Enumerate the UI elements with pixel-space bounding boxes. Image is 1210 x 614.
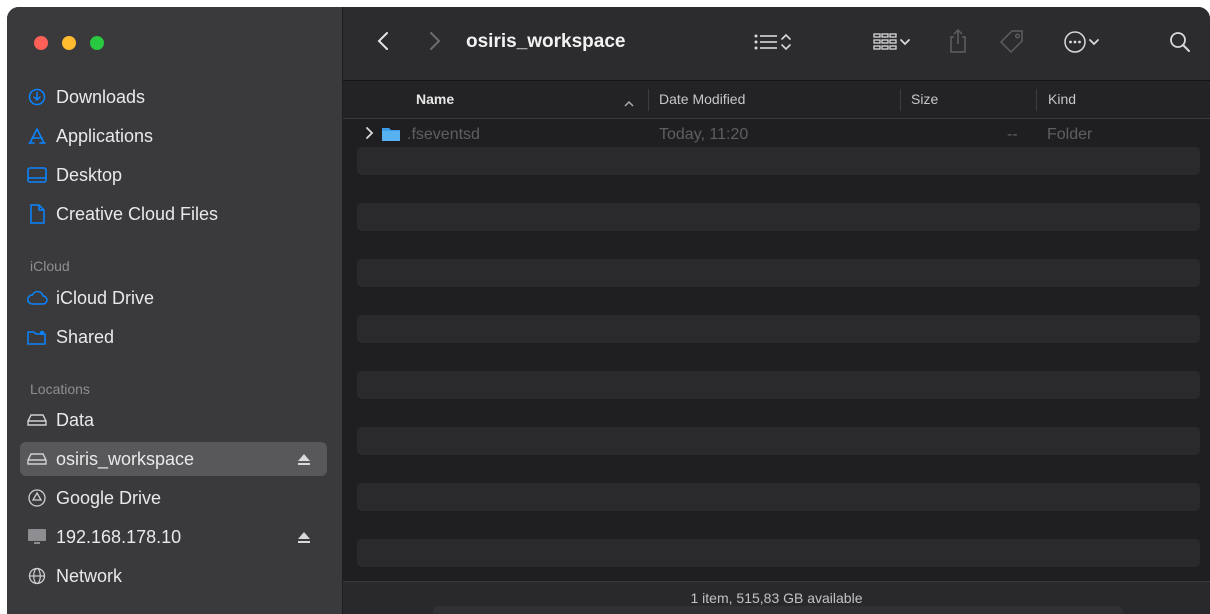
empty-row — [357, 147, 1200, 175]
empty-row — [357, 371, 1200, 399]
shared-folder-icon — [26, 326, 48, 348]
share-button[interactable] — [945, 27, 971, 59]
sidebar-item-label: Google Drive — [56, 487, 162, 508]
download-circle-icon — [26, 86, 48, 108]
path-bar — [433, 606, 1123, 614]
ellipsis-circle-icon — [1063, 30, 1087, 59]
drive-icon — [26, 448, 48, 470]
chevron-left-icon — [377, 31, 389, 56]
window-title: osiris_workspace — [466, 31, 626, 52]
empty-row — [357, 203, 1200, 231]
sidebar-item-label: Desktop — [56, 164, 123, 185]
sidebar-item-creative-cloud-files[interactable]: Creative Cloud Files — [20, 197, 327, 231]
search-icon — [1168, 30, 1192, 59]
chevron-down-icon — [898, 35, 912, 53]
column-divider[interactable] — [1036, 89, 1037, 111]
file-browser: osiris_workspace Name Date Modified Size… — [343, 7, 1210, 614]
sidebar: Downloads Applications Desktop Creative … — [7, 7, 343, 614]
close-window-button[interactable] — [34, 36, 48, 50]
grid-view-icon — [872, 32, 898, 57]
folder-icon — [381, 126, 401, 147]
column-header-name[interactable]: Name — [416, 91, 454, 107]
sidebar-item-label: 192.168.178.10 — [56, 526, 182, 547]
zoom-window-button[interactable] — [90, 36, 104, 50]
sidebar-item-label: Network — [56, 565, 123, 586]
document-icon — [26, 203, 48, 225]
status-bar: 1 item, 515,83 GB available — [343, 581, 1210, 614]
sidebar-item-applications[interactable]: Applications — [20, 119, 327, 153]
sidebar-item-label: Downloads — [56, 86, 146, 107]
applications-icon — [26, 125, 48, 147]
sidebar-item-label: iCloud Drive — [56, 287, 155, 308]
column-divider[interactable] — [900, 89, 901, 111]
tag-icon — [998, 28, 1026, 61]
sidebar-item-label: osiris_workspace — [56, 448, 195, 469]
status-text: 1 item, 515,83 GB available — [690, 590, 863, 606]
sidebar-item-data[interactable]: Data — [20, 403, 327, 437]
cloud-icon — [26, 287, 48, 309]
table-row[interactable]: .fseventsd Today, 11:20 -- Folder — [357, 120, 1200, 148]
sidebar-item-label: Data — [56, 409, 95, 430]
empty-row — [357, 315, 1200, 343]
sidebar-item-network-host[interactable]: 192.168.178.10 — [20, 520, 327, 554]
chevron-down-icon — [1087, 35, 1101, 53]
sidebar-section-icloud: iCloud — [30, 258, 70, 274]
list-view-icon — [753, 32, 779, 57]
drive-icon — [26, 409, 48, 431]
more-actions-button[interactable] — [1055, 29, 1109, 59]
back-button[interactable] — [373, 31, 393, 55]
monitor-icon — [26, 526, 48, 548]
finder-window: Downloads Applications Desktop Creative … — [7, 7, 1210, 614]
empty-row — [357, 427, 1200, 455]
file-size: -- — [1007, 126, 1018, 143]
sidebar-item-icloud-drive[interactable]: iCloud Drive — [20, 281, 327, 315]
sidebar-item-google-drive[interactable]: Google Drive — [20, 481, 327, 515]
eject-icon[interactable] — [295, 528, 313, 546]
desktop-icon — [26, 164, 48, 186]
chevron-updown-icon — [779, 32, 793, 57]
eject-icon[interactable] — [295, 450, 313, 468]
sidebar-item-network[interactable]: Network — [20, 559, 327, 593]
sort-ascending-icon[interactable] — [623, 94, 635, 110]
empty-row — [357, 539, 1200, 567]
column-header-date-modified[interactable]: Date Modified — [659, 91, 745, 107]
sidebar-section-locations: Locations — [30, 381, 90, 397]
column-header-size[interactable]: Size — [911, 91, 938, 107]
sidebar-item-shared[interactable]: Shared — [20, 320, 327, 354]
search-button[interactable] — [1165, 29, 1195, 59]
column-divider[interactable] — [648, 89, 649, 111]
chevron-right-icon — [429, 31, 441, 56]
file-kind: Folder — [1047, 126, 1093, 143]
share-icon — [948, 28, 968, 59]
toolbar: osiris_workspace — [343, 7, 1210, 81]
column-headers: Name Date Modified Size Kind — [343, 81, 1210, 119]
view-mode-button[interactable] — [747, 31, 799, 57]
file-date: Today, 11:20 — [659, 126, 749, 143]
disclosure-chevron-icon[interactable] — [365, 126, 375, 145]
file-name: .fseventsd — [407, 126, 480, 143]
forward-button[interactable] — [425, 31, 445, 55]
column-header-kind[interactable]: Kind — [1048, 91, 1076, 107]
empty-row — [357, 483, 1200, 511]
google-drive-icon — [26, 487, 48, 509]
minimize-window-button[interactable] — [62, 36, 76, 50]
empty-row — [357, 259, 1200, 287]
sidebar-item-desktop[interactable]: Desktop — [20, 158, 327, 192]
sidebar-item-downloads[interactable]: Downloads — [20, 80, 327, 114]
network-globe-icon — [26, 565, 48, 587]
sidebar-item-label: Applications — [56, 125, 154, 146]
sidebar-item-osiris-workspace[interactable]: osiris_workspace — [20, 442, 327, 476]
sidebar-item-label: Shared — [56, 326, 115, 347]
group-button[interactable] — [863, 31, 921, 57]
tag-button[interactable] — [997, 29, 1027, 59]
sidebar-item-label: Creative Cloud Files — [56, 203, 219, 224]
